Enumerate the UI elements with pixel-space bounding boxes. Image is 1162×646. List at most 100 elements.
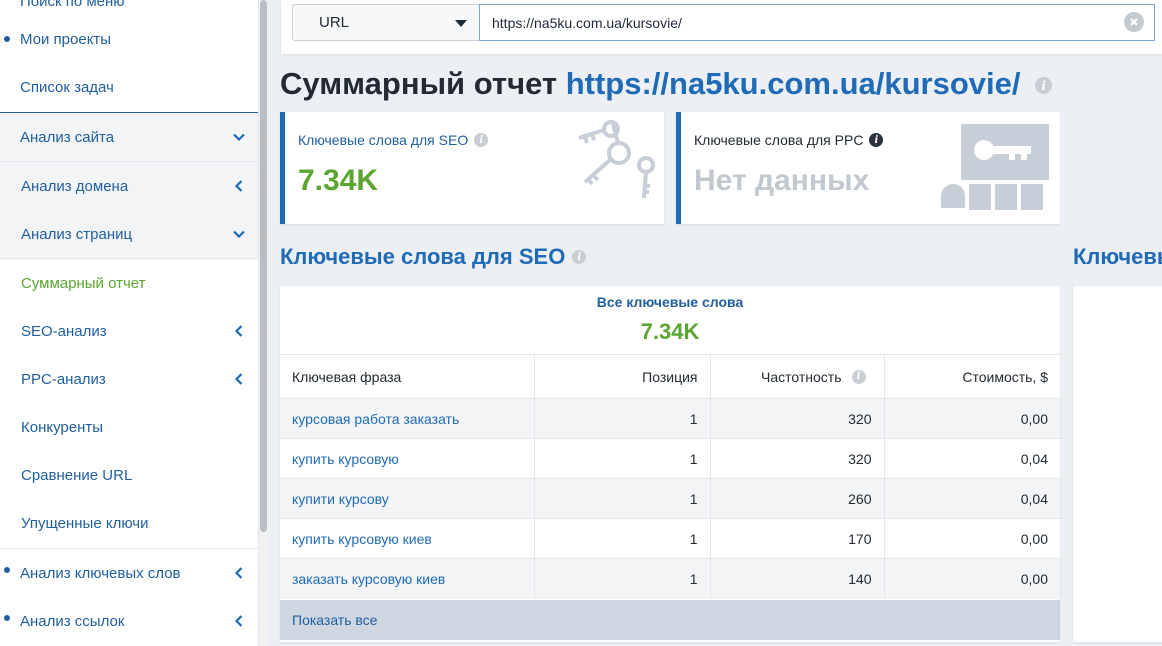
page-title-url[interactable]: https://na5ku.com.ua/kursovie/ bbox=[566, 66, 1021, 101]
cost-cell: 0,00 bbox=[884, 398, 1060, 439]
sidebar-item-label: Анализ страниц bbox=[21, 225, 133, 243]
seo-keywords-table: Ключевая фраза Позиция Частотность i Стои… bbox=[280, 354, 1060, 599]
url-input[interactable] bbox=[479, 4, 1155, 41]
table-row: купить курсовую киев 1 170 0,00 bbox=[280, 518, 1060, 559]
sidebar-item-domain-analysis[interactable]: Анализ домена bbox=[0, 162, 258, 210]
key-placeholder-illustration-icon bbox=[941, 124, 1049, 210]
chevron-left-icon bbox=[231, 565, 247, 581]
sidebar-item-keyword-analysis[interactable]: Анализ ключевых слов bbox=[0, 549, 258, 597]
sidebar-item-competitors[interactable]: Конкуренты bbox=[0, 403, 258, 451]
info-icon[interactable]: i bbox=[474, 133, 489, 147]
position-cell: 1 bbox=[534, 478, 711, 519]
clear-icon[interactable] bbox=[1124, 12, 1144, 32]
cost-cell: 0,04 bbox=[884, 438, 1060, 479]
seo-card-value: 7.34K bbox=[298, 164, 379, 197]
sidebar: Поиск по меню Мои проекты Список задач А… bbox=[0, 0, 259, 646]
frequency-cell: 170 bbox=[710, 518, 885, 559]
seo-card-label: Ключевые слова для SEO i bbox=[298, 132, 489, 148]
position-cell: 1 bbox=[534, 438, 711, 479]
caret-down-icon bbox=[455, 20, 467, 27]
seo-keywords-card: Ключевые слова для SEO i 7.34K bbox=[280, 112, 664, 224]
info-icon[interactable]: i bbox=[572, 250, 587, 264]
sidebar-item-label: Анализ сайта bbox=[20, 128, 115, 146]
chevron-left-icon bbox=[231, 178, 247, 194]
sidebar-item-task-list[interactable]: Список задач bbox=[0, 63, 258, 111]
sidebar-item-label: Анализ ссылок bbox=[20, 612, 125, 630]
column-header-frequency-text: Частотность bbox=[761, 368, 842, 385]
show-all-button[interactable]: Показать все bbox=[280, 600, 1060, 640]
keyword-phrase-link[interactable]: заказать курсовую киев bbox=[280, 558, 535, 599]
info-icon[interactable]: i bbox=[851, 369, 866, 384]
column-header-cost[interactable]: Стоимость, $ bbox=[884, 354, 1060, 399]
sidebar-item-my-projects[interactable]: Мои проекты bbox=[0, 15, 258, 63]
sidebar-item-summary-report[interactable]: Суммарный отчет bbox=[0, 259, 258, 307]
column-header-phrase[interactable]: Ключевая фраза bbox=[280, 354, 535, 399]
frequency-cell: 320 bbox=[710, 398, 885, 439]
frequency-cell: 320 bbox=[710, 438, 885, 479]
table-header-row: Ключевая фраза Позиция Частотность i Стои… bbox=[280, 354, 1060, 399]
sidebar-item-label: Конкуренты bbox=[21, 418, 104, 436]
sidebar-item-label: Мои проекты bbox=[20, 30, 112, 48]
keyword-phrase-link[interactable]: купить курсовую bbox=[280, 438, 535, 479]
chevron-down-icon bbox=[231, 129, 247, 145]
sidebar-item-label: SEO-анализ bbox=[21, 322, 107, 340]
ppc-keywords-card: Ключевые слова для PPC i Нет данных bbox=[676, 112, 1060, 224]
keyword-phrase-link[interactable]: курсовая работа заказать bbox=[280, 398, 535, 439]
sidebar-scrollbar[interactable] bbox=[259, 0, 268, 646]
ppc-card-label: Ключевые слова для PPC i bbox=[694, 132, 884, 148]
scrollbar-thumb[interactable] bbox=[260, 0, 267, 532]
table-row: купить курсовую 1 320 0,04 bbox=[280, 438, 1060, 479]
sidebar-item-label: PPC-анализ bbox=[21, 370, 106, 388]
ppc-card-value: Нет данных bbox=[694, 164, 870, 197]
position-cell: 1 bbox=[534, 518, 711, 559]
position-cell: 1 bbox=[534, 398, 711, 439]
position-cell: 1 bbox=[534, 558, 711, 599]
cost-cell: 0,04 bbox=[884, 478, 1060, 519]
chevron-left-icon bbox=[231, 613, 247, 629]
sidebar-item-seo-analysis[interactable]: SEO-анализ bbox=[0, 307, 258, 355]
sidebar-item-link-analysis[interactable]: Анализ ссылок bbox=[0, 597, 258, 645]
sidebar-item-label: Упущенные ключи bbox=[21, 514, 149, 532]
table-row: купити курсову 1 260 0,04 bbox=[280, 478, 1060, 519]
search-type-select[interactable]: URL bbox=[292, 4, 480, 41]
right-section-title-text: Ключевы bbox=[1073, 244, 1162, 269]
info-icon[interactable]: i bbox=[1035, 77, 1053, 95]
sidebar-item-label: Анализ ключевых слов bbox=[20, 564, 181, 582]
frequency-cell: 260 bbox=[710, 478, 885, 519]
frequency-cell: 140 bbox=[710, 558, 885, 599]
sidebar-item-missed-keys[interactable]: Упущенные ключи bbox=[0, 499, 258, 547]
sidebar-item-label: Список задач bbox=[20, 78, 114, 96]
info-icon[interactable]: i bbox=[869, 133, 884, 147]
page-title: Суммарный отчет https://na5ku.com.ua/kur… bbox=[280, 66, 1053, 102]
sidebar-item-label: Сравнение URL bbox=[21, 466, 133, 484]
sidebar-item-url-compare[interactable]: Сравнение URL bbox=[0, 451, 258, 499]
seo-keywords-panel: Все ключевые слова 7.34K Ключевая фраза … bbox=[280, 286, 1060, 642]
sidebar-item-ppc-analysis[interactable]: PPC-анализ bbox=[0, 355, 258, 403]
seo-card-label-text: Ключевые слова для SEO bbox=[298, 132, 469, 148]
cost-cell: 0,00 bbox=[884, 558, 1060, 599]
all-keywords-value: 7.34K bbox=[640, 319, 700, 344]
seo-section-title: Ключевые слова для SEO i bbox=[280, 244, 587, 270]
chevron-down-icon bbox=[231, 226, 247, 242]
chevron-left-icon bbox=[231, 371, 247, 387]
sidebar-item-label: Суммарный отчет bbox=[21, 274, 146, 292]
sidebar-item-site-analysis[interactable]: Анализ сайта bbox=[0, 113, 258, 161]
column-header-frequency[interactable]: Частотность i bbox=[710, 354, 885, 399]
seo-section-title-text: Ключевые слова для SEO bbox=[280, 244, 566, 269]
ppc-card-label-text: Ключевые слова для PPC bbox=[694, 132, 864, 148]
sidebar-item-label: Анализ домена bbox=[21, 177, 129, 195]
cost-cell: 0,00 bbox=[884, 518, 1060, 559]
search-bar: URL bbox=[281, 0, 1162, 54]
table-row: курсовая работа заказать 1 320 0,00 bbox=[280, 398, 1060, 439]
right-panel bbox=[1073, 286, 1162, 642]
column-header-position[interactable]: Позиция bbox=[534, 354, 711, 399]
keyword-phrase-link[interactable]: купити курсову bbox=[280, 478, 535, 519]
sidebar-item-label: Поиск по меню bbox=[20, 0, 125, 10]
all-keywords-label[interactable]: Все ключевые слова bbox=[280, 294, 1060, 310]
chevron-left-icon bbox=[231, 323, 247, 339]
keyword-phrase-link[interactable]: купить курсовую киев bbox=[280, 518, 535, 559]
keys-illustration-icon bbox=[578, 120, 655, 199]
right-section-title: Ключевы bbox=[1073, 244, 1162, 270]
sidebar-item-page-analysis[interactable]: Анализ страниц bbox=[0, 210, 258, 258]
table-row: заказать курсовую киев 1 140 0,00 bbox=[280, 558, 1060, 599]
